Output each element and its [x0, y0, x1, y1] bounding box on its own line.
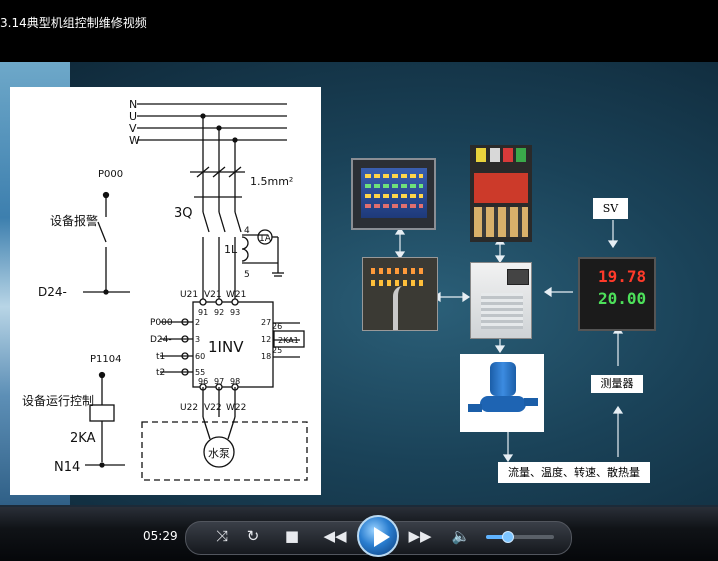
pin-96-label: 96	[198, 377, 208, 386]
repeat-icon[interactable]: ↻	[241, 521, 265, 551]
pin-60-label: 60	[195, 352, 205, 361]
electrical-schematic: N U V W 1.5mm² 3Q 1L 1A 4 5 U21 V21 W21 …	[10, 87, 321, 495]
hmi-panel-image	[351, 158, 436, 230]
stop-icon[interactable]: ■	[280, 521, 304, 551]
pin-2-label: 2	[195, 318, 200, 327]
volume-slider[interactable]	[486, 531, 554, 543]
window-title: 3.14典型机组控制维修视频	[0, 16, 147, 30]
t1-signal-label: t1	[156, 352, 165, 362]
u21-label: U21	[180, 290, 198, 300]
ammeter-label: 1A	[259, 234, 272, 244]
pump-image	[460, 354, 544, 432]
contactor-image	[470, 145, 532, 242]
terminal-5-label: 5	[244, 270, 250, 280]
w22-label: W22	[226, 403, 246, 413]
controller-pv-readout: 19.78	[598, 267, 647, 286]
p1104-label: P1104	[90, 354, 121, 365]
alarm-label: 设备报警	[50, 213, 98, 228]
relay-pin-26-label: 26	[272, 322, 282, 331]
sv-label-box: SV	[593, 198, 628, 219]
pin-93-label: 93	[230, 308, 240, 317]
player-controls: 05:29 ⤨ ↻ ■ ◀◀ ▶▶ 🔈	[0, 507, 718, 561]
t2-signal-label: t2	[156, 368, 165, 378]
volume-icon[interactable]: 🔈	[450, 521, 472, 551]
elapsed-time: 05:29	[143, 529, 178, 543]
pin-12-label: 12	[261, 335, 271, 344]
video-frame: N U V W 1.5mm² 3Q 1L 1A 4 5 U21 V21 W21 …	[0, 62, 718, 507]
pin-98-label: 98	[230, 377, 240, 386]
temperature-controller-image: 19.78 20.00	[578, 257, 656, 331]
plc-image	[362, 257, 438, 331]
p000-label: P000	[98, 169, 123, 180]
measure-label-box: 流量、温度、转速、散热量	[498, 462, 650, 483]
wire-size-label: 1.5mm²	[250, 175, 293, 188]
n14-label: N14	[54, 460, 80, 475]
relay-2ka-label: 2KA	[70, 431, 96, 446]
v22-label: V22	[204, 403, 222, 413]
w21-label: W21	[226, 290, 246, 300]
play-icon	[374, 527, 390, 547]
schematic-drawing: N U V W 1.5mm² 3Q 1L 1A 4 5 U21 V21 W21 …	[22, 98, 308, 481]
sensor-label-box: 测量器	[591, 375, 643, 393]
terminal-4-label: 4	[244, 226, 250, 236]
pump-label: 水泵	[208, 447, 230, 460]
phase-w-label: W	[129, 134, 140, 147]
pin-18-label: 18	[261, 352, 271, 361]
next-icon[interactable]: ▶▶	[403, 521, 437, 551]
previous-icon[interactable]: ◀◀	[318, 521, 352, 551]
controller-sv-readout: 20.00	[598, 289, 647, 308]
p000-signal-label: P000	[150, 318, 173, 328]
pin-27-label: 27	[261, 318, 271, 327]
pin-3-label: 3	[195, 335, 200, 344]
relay-2ka1-label: 2KA1	[278, 336, 299, 345]
breaker-label: 3Q	[174, 206, 193, 221]
d24-label: D24-	[38, 285, 67, 299]
d24-signal-label: D24-	[150, 335, 172, 345]
pin-91-label: 91	[198, 308, 208, 317]
u22-label: U22	[180, 403, 198, 413]
inverter-label: 1INV	[208, 338, 244, 356]
volume-knob[interactable]	[501, 531, 514, 543]
play-button[interactable]	[357, 515, 399, 557]
pin-92-label: 92	[214, 308, 224, 317]
run-control-label: 设备运行控制	[22, 394, 94, 408]
ct-label: 1L	[224, 243, 238, 256]
v21-label: V21	[204, 290, 222, 300]
pin-97-label: 97	[214, 377, 224, 386]
pin-55-label: 55	[195, 368, 205, 377]
shuffle-icon[interactable]: ⤨	[210, 521, 234, 551]
window-titlebar: 3.14典型机组控制维修视频	[0, 0, 718, 62]
relay-pin-25-label: 25	[272, 346, 282, 355]
inverter-image	[470, 262, 532, 339]
